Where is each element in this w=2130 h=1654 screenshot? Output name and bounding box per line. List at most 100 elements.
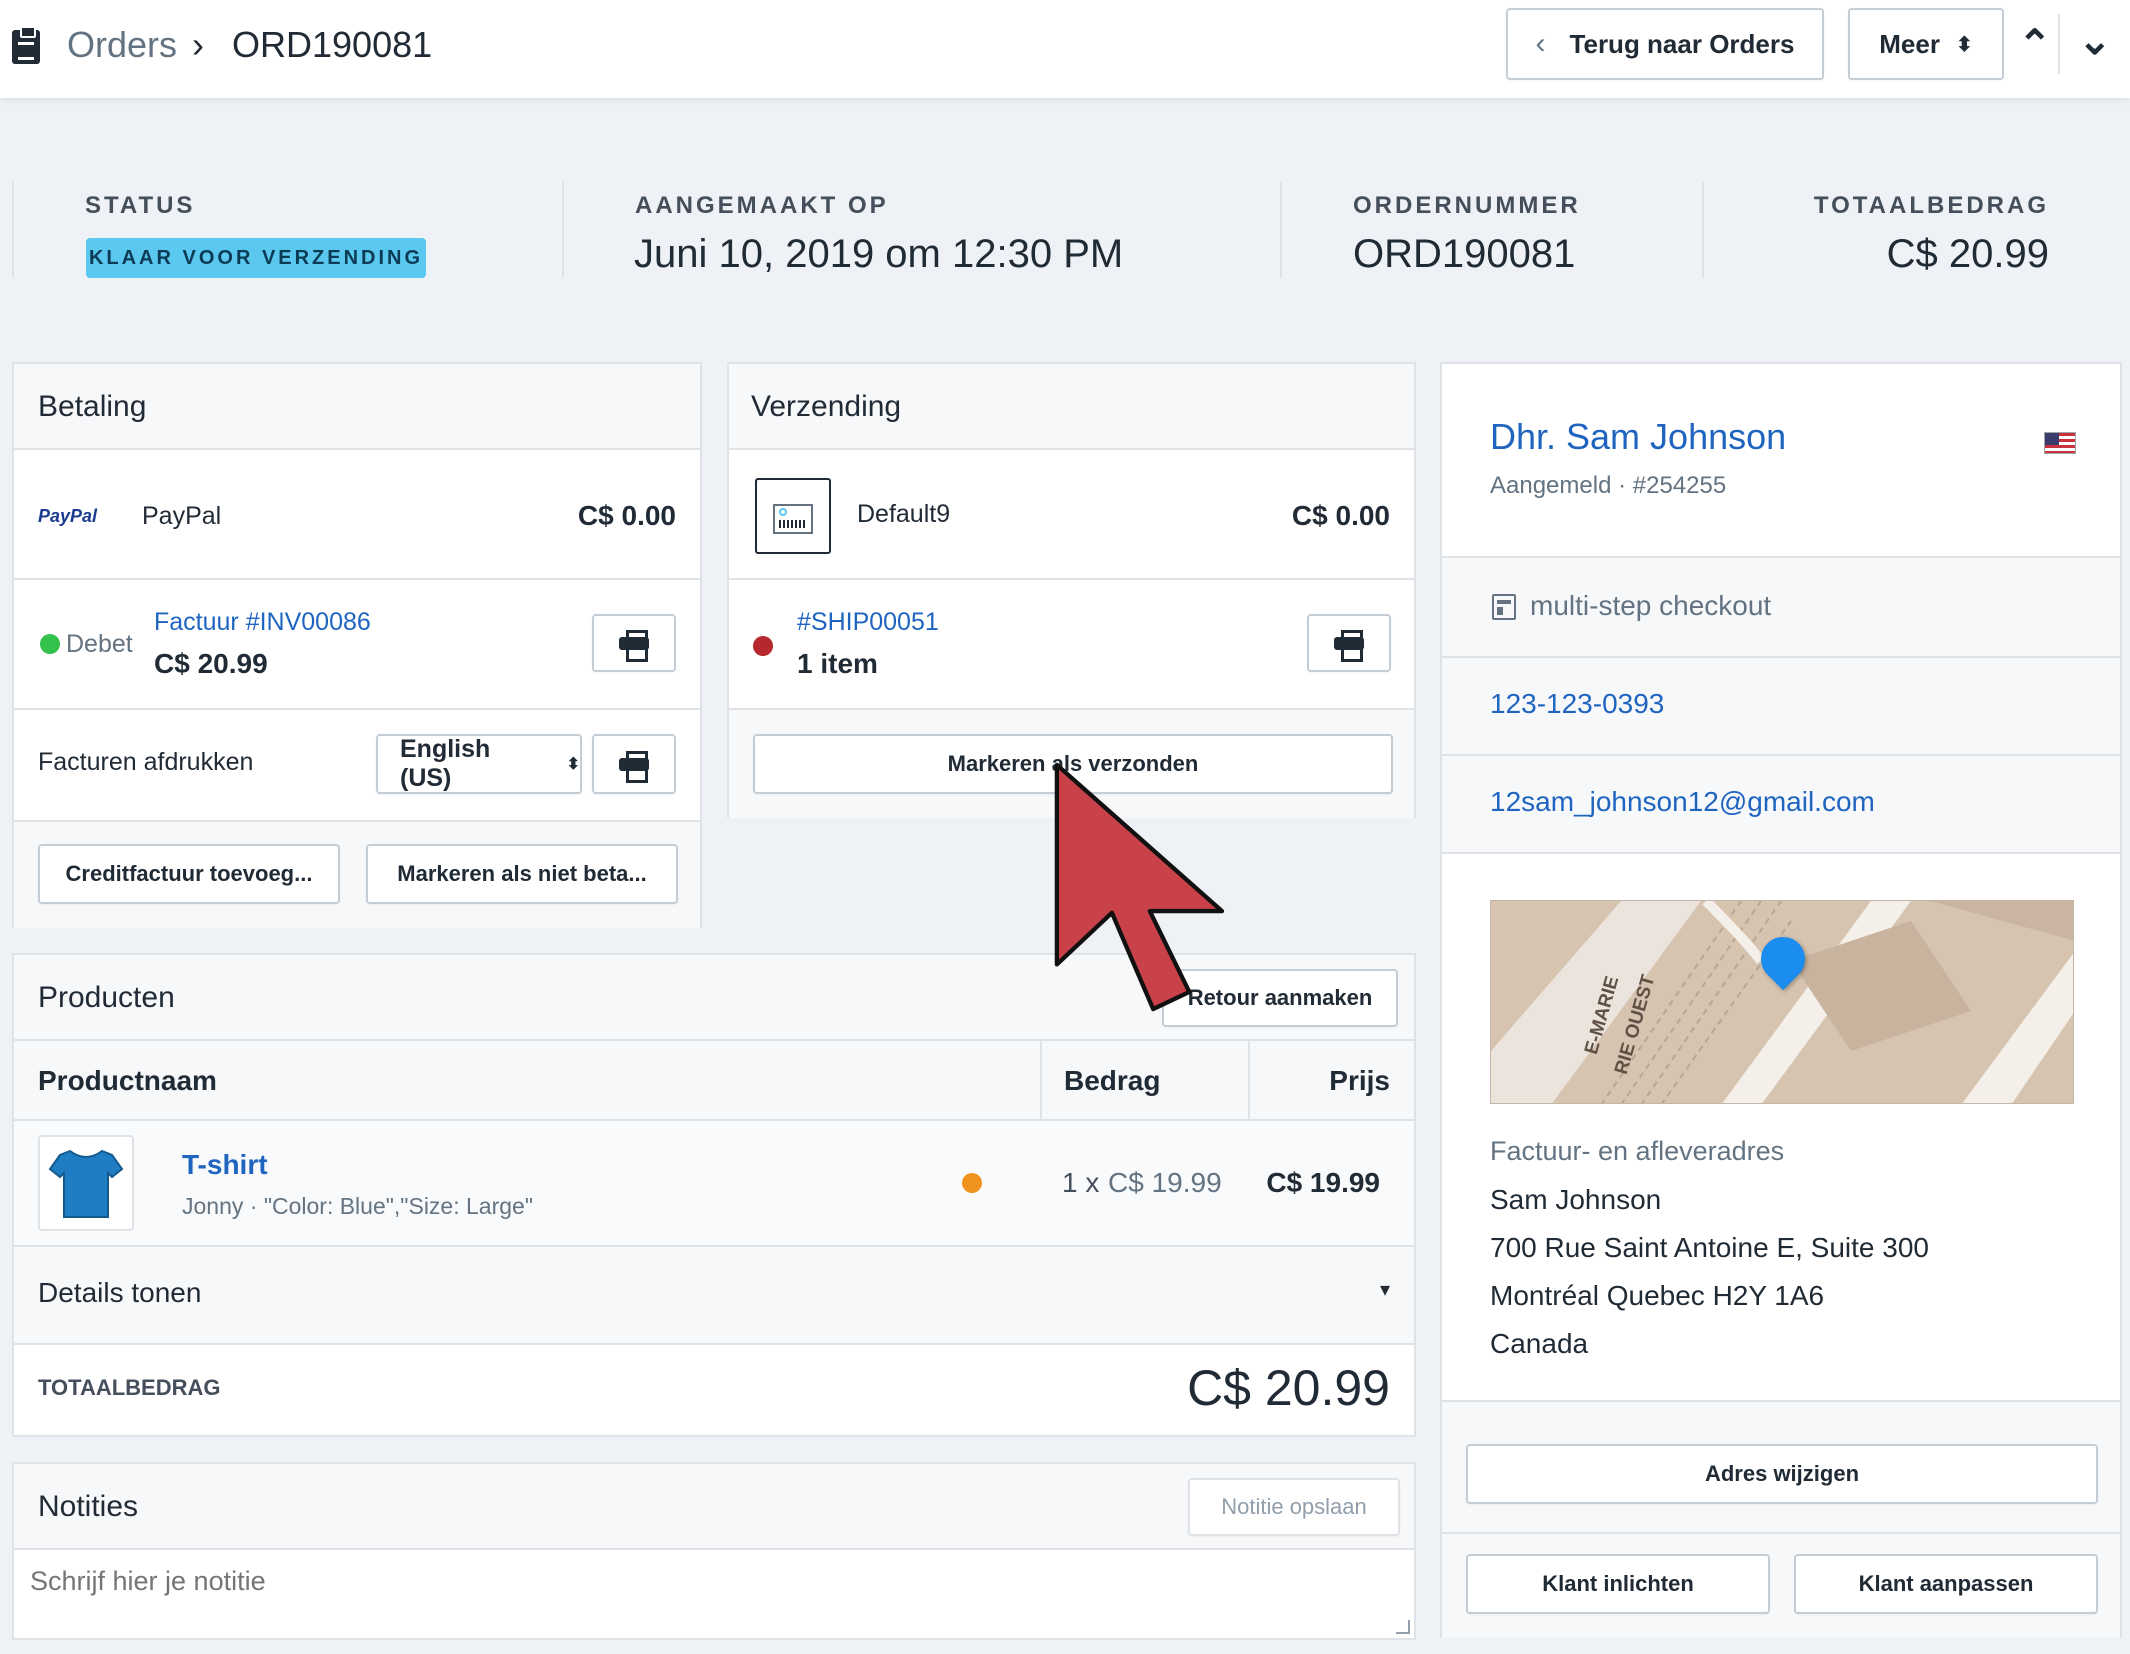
row-divider <box>1442 754 2120 756</box>
column-header-product-name: Productnaam <box>38 1065 217 1096</box>
payment-title: Betaling <box>38 390 147 423</box>
customer-status: Aangemeld · #254255 <box>1490 472 1727 499</box>
change-address-button[interactable]: Adres wijzigen <box>1466 1444 2098 1504</box>
tshirt-icon <box>48 1149 124 1218</box>
back-to-orders-button[interactable]: ‹ Terug naar Orders <box>1506 8 1824 80</box>
status-badge: KLAAR VOOR VERZENDING <box>86 238 426 278</box>
edit-customer-button[interactable]: Klant aanpassen <box>1794 1554 2098 1614</box>
row-divider <box>14 708 700 710</box>
print-invoices-button[interactable] <box>592 734 676 794</box>
row-divider <box>729 578 1414 580</box>
summary-divider <box>12 182 14 278</box>
product-price: C$ 19.99 <box>1266 1167 1380 1198</box>
shipping-card: Verzending Default9 C$ 0.00 #SHIP00051 1… <box>727 362 1416 818</box>
paypal-logo-icon: PayPal <box>38 506 98 526</box>
column-header-amount: Bedrag <box>1064 1065 1161 1096</box>
column-divider <box>1248 1041 1250 1119</box>
customer-phone-link[interactable]: 123-123-0393 <box>1490 688 1664 720</box>
invoice-amount: C$ 20.99 <box>154 648 268 679</box>
notes-title: Notities <box>38 1490 139 1523</box>
shipping-method-amount: C$ 0.00 <box>1291 500 1390 531</box>
product-name-link[interactable]: T-shirt <box>182 1149 268 1181</box>
row-divider <box>14 1343 1414 1345</box>
created-label: AANGEMAAKT OP <box>635 192 889 219</box>
map-graphic <box>1491 901 2073 1103</box>
product-quantity: 1 x <box>1062 1167 1100 1198</box>
row-divider <box>1442 656 2120 658</box>
order-number-label: ORDERNUMMER <box>1353 192 1581 219</box>
product-unit-price: C$ 19.99 <box>1108 1167 1222 1198</box>
breadcrumb-orders[interactable]: Orders <box>67 24 177 66</box>
language-select-value: English (US) <box>400 735 491 792</box>
chevron-left-icon: ‹ <box>1535 27 1546 60</box>
summary-divider <box>1280 182 1282 278</box>
product-thumbnail[interactable] <box>38 1135 134 1231</box>
status-dot-icon <box>753 636 773 656</box>
row-divider <box>1442 1532 2120 1534</box>
caret-down-icon: ▾ <box>1379 1279 1390 1301</box>
order-number-value: ORD190081 <box>1353 232 1576 276</box>
print-shipment-button[interactable] <box>1307 614 1391 672</box>
products-title: Producten <box>38 981 175 1014</box>
notes-card: Notities Notitie opslaan <box>12 1462 1416 1640</box>
back-to-orders-label: Terug naar Orders <box>1569 28 1795 59</box>
notify-customer-button[interactable]: Klant inlichten <box>1466 1554 1770 1614</box>
printer-icon <box>619 751 649 783</box>
customer-map[interactable]: E-MARIE RIE OUEST <box>1490 900 2074 1104</box>
payment-status: Debet <box>66 630 133 658</box>
us-flag-icon <box>2044 432 2076 454</box>
more-label: Meer <box>1879 28 1940 59</box>
address-line: 700 Rue Saint Antoine E, Suite 300 <box>1490 1232 1929 1263</box>
row-divider <box>1442 852 2120 854</box>
row-divider <box>14 578 700 580</box>
mark-unpaid-button[interactable]: Markeren als niet beta... <box>366 844 678 904</box>
select-arrows-icon: ⬍ <box>1955 33 1973 56</box>
payment-method: PayPal <box>142 502 222 530</box>
address-line: Canada <box>1490 1328 1589 1359</box>
shipping-title: Verzending <box>751 390 902 423</box>
details-toggle-label: Details tonen <box>38 1277 202 1308</box>
address-line: Montréal Quebec H2Y 1A6 <box>1490 1280 1825 1311</box>
table-row: T-shirt Jonny · "Color: Blue","Size: Lar… <box>14 1121 1414 1245</box>
column-header-price: Prijs <box>1329 1065 1390 1096</box>
payment-method-amount: C$ 0.00 <box>577 500 676 531</box>
address-line: Sam Johnson <box>1490 1184 1662 1215</box>
column-divider <box>1040 1041 1042 1119</box>
checkout-type: multi-step checkout <box>1530 590 1772 621</box>
status-label: STATUS <box>85 192 196 219</box>
more-button[interactable]: Meer ⬍ <box>1848 8 2004 80</box>
total-label: TOTAALBEDRAG <box>1813 192 2049 219</box>
details-toggle[interactable]: Details tonen ▾ <box>14 1247 1414 1343</box>
invoice-link[interactable]: Factuur #INV00086 <box>154 608 371 637</box>
print-invoices-label: Facturen afdrukken <box>38 748 254 776</box>
language-select[interactable]: English (US) ⬍ <box>376 734 582 794</box>
chevron-up-icon[interactable]: ⌃ <box>2018 22 2052 68</box>
resize-handle-icon[interactable] <box>1396 1620 1410 1634</box>
add-credit-note-button[interactable]: Creditfactuur toevoeg... <box>38 844 340 904</box>
cursor-arrow-icon <box>1054 762 1225 1012</box>
breadcrumb-separator-icon: › <box>192 24 204 65</box>
print-invoice-button[interactable] <box>592 614 676 672</box>
products-total-label: TOTAALBEDRAG <box>38 1375 221 1400</box>
shipment-item-count: 1 item <box>797 648 878 679</box>
address-label: Factuur- en afleveradres <box>1490 1136 1785 1166</box>
shipping-method: Default9 <box>857 500 951 528</box>
created-value: Juni 10, 2019 om 12:30 PM <box>634 232 1124 276</box>
customer-email-link[interactable]: 12sam_johnson12@gmail.com <box>1490 786 1875 818</box>
toolbar-divider <box>2058 14 2060 74</box>
select-arrows-icon: ⬍ <box>566 756 580 773</box>
breadcrumb-current: ORD190081 <box>232 24 433 65</box>
summary-divider <box>1702 182 1704 278</box>
printer-icon <box>1334 630 1364 662</box>
payment-card: Betaling PayPal PayPal C$ 0.00 Debet Fac… <box>12 362 702 928</box>
status-dot-icon <box>40 634 60 654</box>
note-textarea[interactable] <box>14 1552 1414 1638</box>
fulfillment-status-dot-icon <box>962 1173 982 1193</box>
products-total-value: C$ 20.99 <box>1187 1360 1390 1416</box>
shipment-link[interactable]: #SHIP00051 <box>797 608 939 637</box>
clipboard-icon <box>12 26 40 64</box>
save-note-button[interactable]: Notitie opslaan <box>1188 1478 1400 1536</box>
total-value: C$ 20.99 <box>1886 232 2049 276</box>
customer-name-link[interactable]: Dhr. Sam Johnson <box>1490 416 1786 458</box>
chevron-down-icon[interactable]: ⌄ <box>2078 18 2112 64</box>
